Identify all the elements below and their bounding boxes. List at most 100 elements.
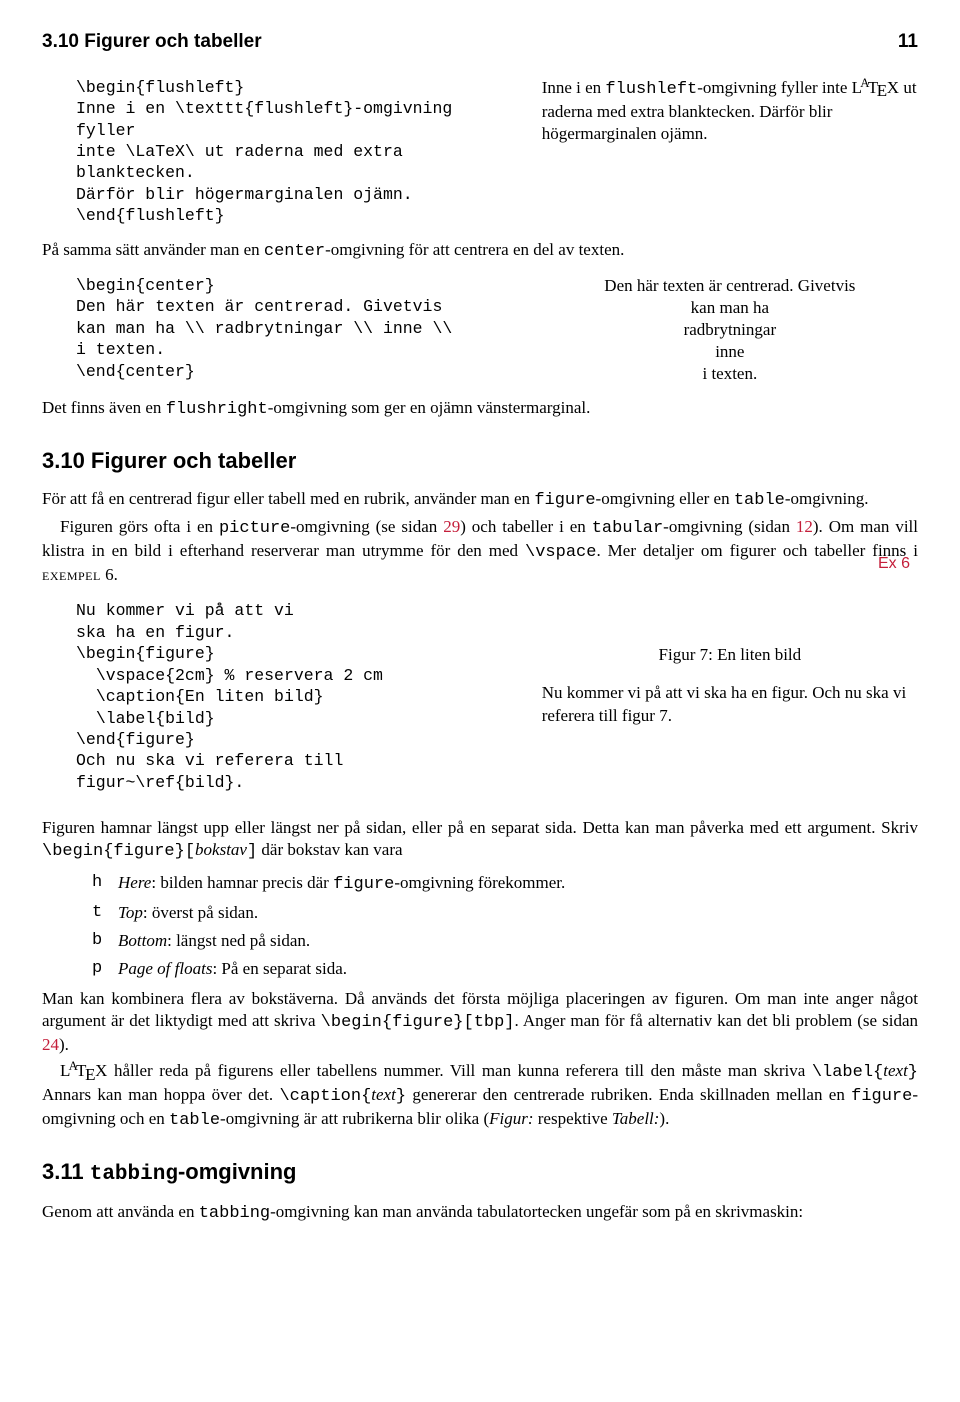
tt-text: \vspace (525, 543, 596, 562)
text: respektive (534, 1109, 612, 1128)
text: Det finns även en (42, 398, 166, 417)
italic-text: Top (118, 903, 143, 922)
paragraph: Figuren görs ofta i en picture-omgivning… (42, 516, 918, 586)
running-head-title: 3.10 Figurer och tabeller (42, 30, 262, 55)
tt-text: } (396, 1087, 406, 1106)
output-block: Inne i en flushleft-omgivning fyller int… (542, 77, 918, 227)
list-item-p: p Page of floats: På en separat sida. (92, 958, 918, 980)
text: i texten. (542, 363, 918, 385)
example-figure: Nu kommer vi på att vi ska ha en figur. … (76, 600, 918, 793)
page-ref-link[interactable]: 29 (443, 517, 460, 536)
text: Figuren hamnar längst upp eller längst n… (42, 818, 918, 837)
list-value: Here: bilden hamnar precis där figure-om… (118, 872, 918, 896)
text: Nu kommer vi på att vi ska ha en figur. … (542, 682, 918, 726)
list-item-h: h Here: bilden hamnar precis där figure-… (92, 872, 918, 896)
text: Genom att använda en (42, 1202, 199, 1221)
italic-text: text (883, 1061, 908, 1080)
text: -omgivning fyller inte (697, 78, 851, 97)
list-key: p (92, 958, 110, 980)
example-center: \begin{center} Den här texten är centrer… (76, 275, 918, 385)
text: radbrytningar (542, 319, 918, 341)
text: kan man ha (542, 297, 918, 319)
text: : bilden hamnar precis där (151, 873, 333, 892)
text: För att få en centrerad figur eller tabe… (42, 489, 534, 508)
italic-text: Bottom (118, 931, 167, 950)
list-key: h (92, 872, 110, 896)
text: Annars kan man hoppa över det. (42, 1085, 279, 1104)
text: -omgivning (se sidan (290, 517, 443, 536)
list-key: t (92, 902, 110, 924)
paragraph: Figuren hamnar längst upp eller längst n… (42, 817, 918, 863)
text: håller reda på figurens eller tabellens … (107, 1061, 811, 1080)
placement-list: h Here: bilden hamnar precis där figure-… (92, 872, 918, 980)
italic-text: Tabell: (612, 1109, 660, 1128)
code-block: Nu kommer vi på att vi ska ha en figur. … (76, 600, 520, 793)
smallcaps-text: exempel (42, 565, 101, 584)
latex-logo: LATEX (60, 1061, 107, 1080)
tt-text: tabbing (199, 1204, 270, 1223)
text: -omgivning som ger en ojämn vänstermargi… (268, 398, 591, 417)
italic-text: Page of floats (118, 959, 212, 978)
figure-caption: Figur 7: En liten bild (542, 644, 918, 666)
text: På samma sätt använder man en (42, 240, 264, 259)
text: ) och tabeller i en (460, 517, 592, 536)
text: -omgivning för att centrera en del av te… (325, 240, 624, 259)
list-key: b (92, 930, 110, 952)
tt-text: tabular (592, 519, 663, 538)
text: -omgivning är att rubrikerna blir olika … (220, 1109, 489, 1128)
paragraph: LATEX håller reda på figurens eller tabe… (42, 1060, 918, 1132)
tt-text: \label{ (812, 1063, 883, 1082)
tt-text: \caption{ (279, 1087, 371, 1106)
paragraph: Det finns även en flushright-omgivning s… (42, 397, 918, 421)
list-value: Page of floats: På en separat sida. (118, 958, 918, 980)
list-value: Bottom: längst ned på sidan. (118, 930, 918, 952)
output-block: Den här texten är centrerad. Givetvis ka… (542, 275, 918, 385)
text: : överst på sidan. (143, 903, 258, 922)
section-heading-3-10: 3.10 Figurer och tabeller (42, 447, 918, 476)
italic-text: text (371, 1085, 396, 1104)
latex-logo: LATEX (852, 78, 899, 97)
list-value: Top: överst på sidan. (118, 902, 918, 924)
text: : På en separat sida. (212, 959, 347, 978)
text: inne (542, 341, 918, 363)
page-ref-link[interactable]: 12 (796, 517, 813, 536)
tt-text: } (908, 1063, 918, 1082)
paragraph: För att få en centrerad figur eller tabe… (42, 488, 918, 512)
tt-text: table (734, 491, 785, 510)
text: ). (659, 1109, 669, 1128)
tt-text: figure (851, 1087, 912, 1106)
section-heading-3-11: 3.11 tabbing-omgivning (42, 1158, 918, 1188)
list-item-b: b Bottom: längst ned på sidan. (92, 930, 918, 952)
text: 6. (101, 565, 118, 584)
tt-text: flushright (166, 400, 268, 419)
text: . Anger man för få alternativ kan det bl… (515, 1011, 919, 1030)
paragraph: På samma sätt använder man en center-omg… (42, 239, 918, 263)
text: Figuren görs ofta i en (60, 517, 219, 536)
paragraph: Genom att använda en tabbing-omgivning k… (42, 1201, 918, 1225)
italic-text: Figur: (489, 1109, 533, 1128)
text: där bokstav kan vara (257, 840, 402, 859)
tt-text: \begin{figure}[tbp] (321, 1013, 515, 1032)
text: -omgivning förekommer. (394, 873, 565, 892)
tt-text: \begin{figure}[ (42, 842, 195, 861)
list-item-t: t Top: överst på sidan. (92, 902, 918, 924)
text: genererar den centrerade rubriken. Enda … (406, 1085, 851, 1104)
code-block: \begin{center} Den här texten är centrer… (76, 275, 520, 385)
output-block: Figur 7: En liten bild Nu kommer vi på a… (542, 600, 918, 793)
tt-text: center (264, 242, 325, 261)
italic-text: bokstav (195, 840, 247, 859)
text: -omgivning eller en (596, 489, 734, 508)
tt-text: table (169, 1111, 220, 1130)
page-ref-link[interactable]: 24 (42, 1035, 59, 1054)
paragraph: Man kan kombinera flera av bokstäverna. … (42, 988, 918, 1056)
text: : längst ned på sidan. (167, 931, 310, 950)
tt-text: tabbing (90, 1163, 178, 1186)
running-head-page: 11 (898, 30, 918, 55)
margin-note-ex6: Ex 6 (860, 554, 910, 575)
italic-text: Here (118, 873, 151, 892)
text: -omgivning kan man använda tabulatorteck… (270, 1202, 803, 1221)
tt-text: figure (534, 491, 595, 510)
tt-text: picture (219, 519, 290, 538)
page-header: 3.10 Figurer och tabeller 11 (42, 30, 918, 55)
example-flushleft: \begin{flushleft} Inne i en \texttt{flus… (76, 77, 918, 227)
